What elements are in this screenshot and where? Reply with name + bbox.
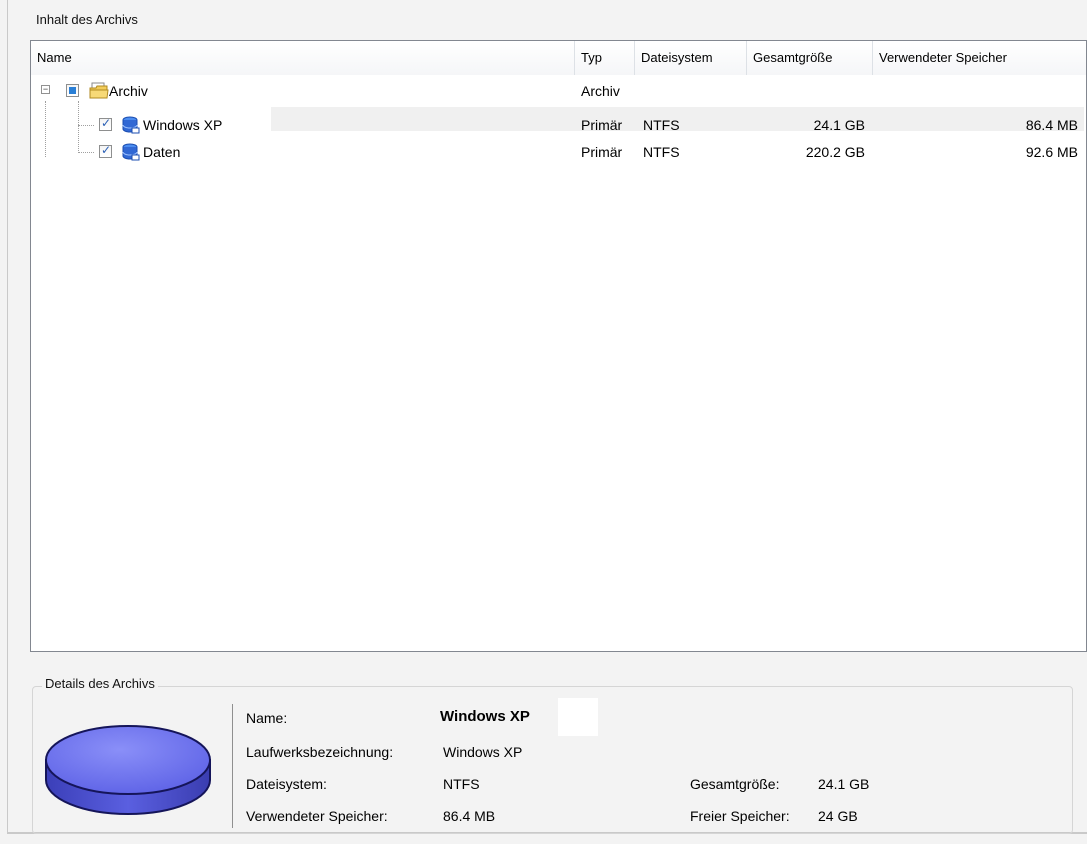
text-caret-area [558, 698, 598, 736]
archive-contents-title: Inhalt des Archivs [36, 12, 138, 27]
detail-name-value: Windows XP [440, 708, 530, 725]
detail-filesystem-value: NTFS [443, 776, 480, 792]
tree-row-partition[interactable]: Windows XP Primär NTFS 24.1 GB 86.4 MB [31, 113, 1086, 137]
tree-row-name: Archiv [109, 83, 148, 99]
column-header-type[interactable]: Typ [575, 41, 635, 75]
column-header-name[interactable]: Name [31, 41, 575, 75]
frame-edge [7, 0, 8, 832]
detail-used-space-label: Verwendeter Speicher: [246, 808, 388, 824]
tree-row-used-space: 86.4 MB [1025, 117, 1078, 133]
column-header-total-size[interactable]: Gesamtgröße [747, 41, 873, 75]
detail-name-label: Name: [246, 710, 288, 726]
tree-row-used-space: 92.6 MB [1025, 144, 1078, 160]
detail-free-space-label: Freier Speicher: [690, 808, 790, 824]
tree-row-type: Archiv [581, 83, 620, 99]
details-divider [232, 704, 233, 828]
partition-checkbox[interactable] [99, 116, 112, 131]
detail-drive-label-label: Laufwerksbezeichnung: [246, 744, 394, 760]
tree-row-filesystem: NTFS [643, 117, 680, 133]
collapse-icon[interactable]: − [41, 85, 50, 94]
partition-checkbox[interactable] [99, 143, 112, 158]
archive-tree-list[interactable]: Name Typ Dateisystem Gesamtgröße Verwend… [30, 40, 1087, 652]
archive-details-title: Details des Archivs [42, 676, 158, 691]
tree-row-total-size: 24.1 GB [813, 117, 865, 133]
root-checkbox[interactable] [66, 84, 79, 97]
tree-row-type: Primär [581, 144, 623, 160]
disk-icon [45, 725, 211, 815]
column-header-filesystem[interactable]: Dateisystem [635, 41, 747, 75]
detail-used-space-value: 86.4 MB [443, 808, 496, 824]
column-header-used-space[interactable]: Verwendeter Speicher [873, 41, 1086, 75]
detail-total-size-value: 24.1 GB [818, 776, 870, 792]
tree-row-type: Primär [581, 117, 623, 133]
column-header-row: Name Typ Dateisystem Gesamtgröße Verwend… [31, 41, 1086, 75]
detail-free-space-value: 24 GB [818, 808, 858, 824]
folder-icon [89, 82, 109, 99]
detail-filesystem-label: Dateisystem: [246, 776, 327, 792]
detail-total-size-label: Gesamtgröße: [690, 776, 780, 792]
detail-drive-label-value: Windows XP [443, 744, 523, 760]
tree-row-name: Windows XP [143, 117, 223, 133]
tree-row-total-size: 220.2 GB [805, 144, 865, 160]
tree-row-partition[interactable]: Daten Primär NTFS 220.2 GB 92.6 MB [31, 140, 1086, 164]
tree-row-filesystem: NTFS [643, 144, 680, 160]
partition-icon [122, 143, 140, 161]
partition-icon [122, 116, 140, 134]
tree-row-name: Daten [143, 144, 181, 160]
tree-row-root[interactable]: − Archiv Archiv [31, 79, 1086, 103]
